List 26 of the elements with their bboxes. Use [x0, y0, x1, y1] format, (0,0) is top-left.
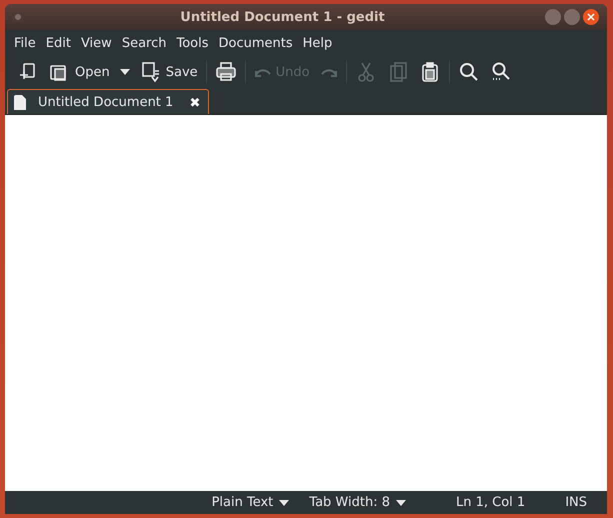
menu-item[interactable]: Search [116, 36, 172, 50]
save-icon [140, 61, 162, 83]
caret-icon [279, 500, 290, 506]
menu-item[interactable]: Edit [40, 36, 76, 50]
menu-item[interactable]: Tools [171, 36, 214, 50]
minimize-button[interactable] [545, 9, 561, 25]
tab-label: Untitled Document 1 [37, 94, 174, 110]
caret-icon [120, 69, 130, 75]
menu-item[interactable]: Help [298, 36, 338, 50]
tab-width-dropdown[interactable]: Tab Width: 8 [299, 495, 416, 510]
tab-close-button[interactable]: ✖ [187, 94, 202, 110]
language-dropdown[interactable]: Plain Text [202, 495, 300, 510]
menu-item[interactable]: Documents [214, 36, 298, 50]
close-icon [587, 13, 595, 21]
insert-mode: INS [565, 495, 587, 510]
caret-icon [396, 500, 406, 506]
toolbar-button[interactable]: Open [45, 59, 134, 85]
document-tab[interactable]: Untitled Document 1 ✖ [7, 89, 210, 114]
window-title: Untitled Document 1 - gedit [179, 10, 386, 24]
cursor-position: Ln 1, Col 1 [456, 495, 526, 510]
close-button[interactable] [583, 9, 599, 25]
menu-item[interactable]: View [76, 36, 117, 50]
menu-item[interactable]: File [9, 36, 41, 50]
toolbar-button[interactable]: Save [136, 59, 202, 85]
document-icon [14, 94, 26, 110]
window-menu-icon[interactable] [13, 12, 23, 22]
